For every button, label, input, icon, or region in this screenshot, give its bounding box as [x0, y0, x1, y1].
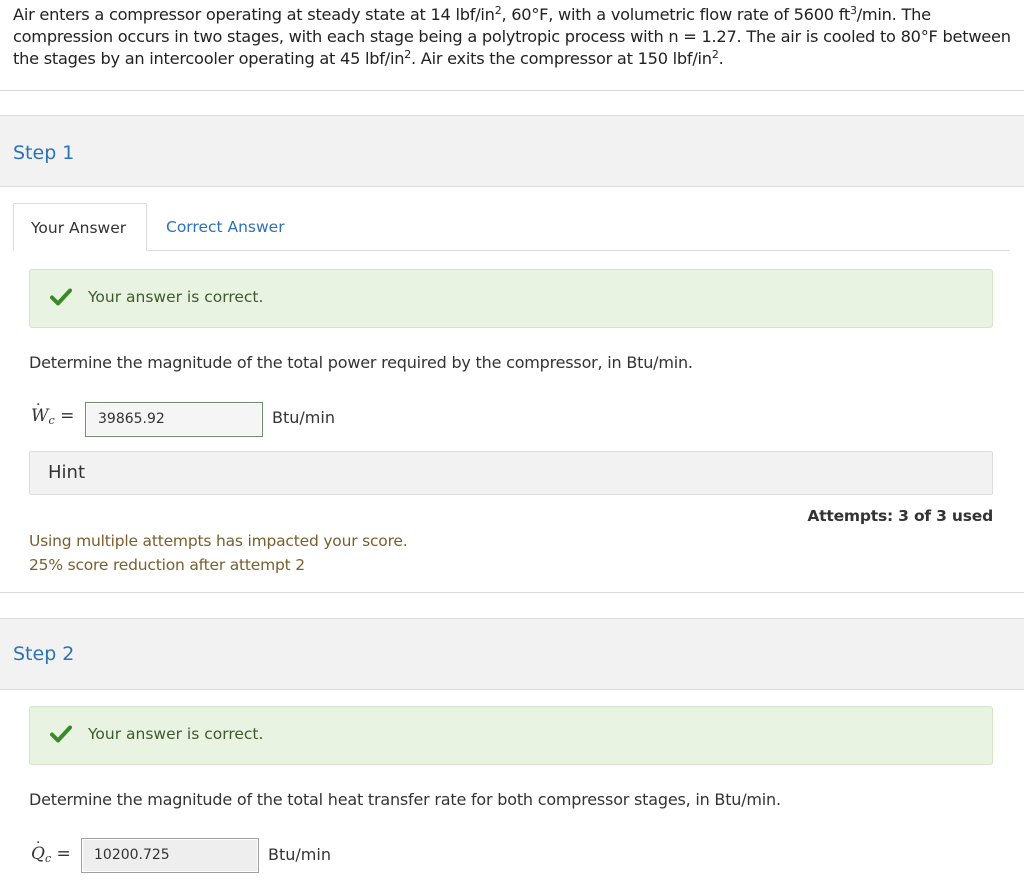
step-1-header: Step 1 [0, 115, 1024, 187]
answer-tabs: Your Answer Correct Answer [13, 203, 1010, 251]
step-2-header: Step 2 [0, 618, 1024, 690]
hint-button[interactable]: Hint [29, 451, 993, 495]
divider [0, 90, 1024, 91]
tab-correct-answer[interactable]: Correct Answer [149, 203, 302, 251]
attempts-counter: Attempts: 3 of 3 used [807, 507, 993, 525]
penalty-notice: Using multiple attempts has impacted you… [29, 532, 408, 574]
alert-text: Your answer is correct. [88, 288, 264, 306]
equation-label: Q · c = [31, 835, 71, 865]
step-title: Step 1 [13, 142, 75, 164]
divider [0, 592, 1024, 593]
check-icon [50, 725, 72, 743]
power-answer-field[interactable]: 39865.92 [85, 402, 263, 437]
step-title: Step 2 [13, 643, 75, 665]
success-alert: Your answer is correct. [29, 706, 993, 765]
equation-label: W · c = [31, 397, 75, 427]
question-text: Determine the magnitude of the total pow… [29, 353, 693, 372]
tab-your-answer[interactable]: Your Answer [13, 203, 147, 251]
problem-statement: Air enters a compressor operating at ste… [13, 4, 1011, 68]
units-label: Btu/min [272, 408, 335, 427]
heat-transfer-answer-field[interactable]: 10200.725 [81, 838, 259, 873]
question-text: Determine the magnitude of the total hea… [29, 790, 781, 809]
alert-text: Your answer is correct. [88, 725, 264, 743]
units-label: Btu/min [268, 845, 331, 864]
check-icon [50, 288, 72, 306]
success-alert: Your answer is correct. [29, 269, 993, 328]
